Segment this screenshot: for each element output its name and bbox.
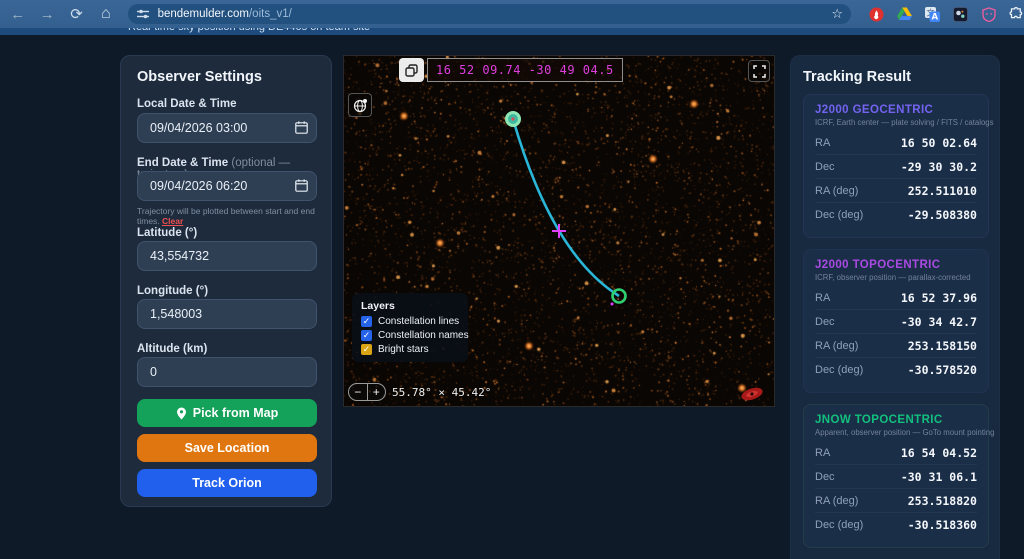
home-icon[interactable]: ⌂ bbox=[94, 3, 117, 25]
altitude-input[interactable] bbox=[137, 357, 317, 387]
back-icon[interactable]: ← bbox=[6, 3, 29, 25]
table-row: RA16 52 37.96 bbox=[815, 286, 977, 310]
latitude-label: Latitude (°) bbox=[137, 227, 197, 239]
browser-toolbar: ← → ⟳ ⌂ bendemulder.com/oits_v1/ ☆ 文A bbox=[0, 0, 1024, 28]
copy-coordinates-button[interactable] bbox=[399, 58, 424, 82]
extensions-puzzle-icon[interactable] bbox=[1009, 7, 1024, 22]
layer-constellation-names[interactable]: ✓ Constellation names bbox=[361, 330, 459, 341]
app-window: ← → ⟳ ⌂ bendemulder.com/oits_v1/ ☆ 文A bbox=[0, 0, 1024, 559]
page-content: Real-time sky position using DE440s on t… bbox=[0, 28, 1024, 559]
fullscreen-button[interactable] bbox=[748, 60, 770, 82]
table-row: RA16 54 04.52 bbox=[815, 441, 977, 465]
card-heading: J2000 GEOCENTRIC bbox=[815, 104, 977, 116]
google-translate-icon[interactable]: 文A bbox=[925, 7, 940, 22]
local-datetime-label: Local Date & Time bbox=[137, 98, 237, 110]
svg-text:A: A bbox=[932, 12, 939, 21]
table-row: Dec (deg)-30.518360 bbox=[815, 513, 977, 537]
table-row: RA (deg)253.518820 bbox=[815, 489, 977, 513]
card-jnow-topocentric: JNOW TOPOCENTRIC Apparent, observer posi… bbox=[803, 404, 989, 548]
page-subtitle: Real-time sky position using DE440s on t… bbox=[128, 28, 370, 33]
card-subtitle: ICRF, Earth center — plate solving / FIT… bbox=[815, 118, 977, 127]
target-cross-marker bbox=[552, 224, 566, 238]
field-of-view-readout: 55.78° × 45.42° bbox=[392, 386, 491, 399]
trajectory-helper-text: Trajectory will be plotted between start… bbox=[137, 206, 321, 226]
layer-bright-stars[interactable]: ✓ Bright stars bbox=[361, 344, 459, 355]
bookmark-star-icon[interactable]: ☆ bbox=[831, 6, 843, 22]
layers-title: Layers bbox=[361, 300, 459, 312]
end-datetime-input[interactable] bbox=[137, 171, 317, 201]
layer-constellation-lines[interactable]: ✓ Constellation lines bbox=[361, 316, 459, 327]
coordinates-readout: 16 52 09.74 -30 49 04.5 bbox=[436, 63, 614, 77]
tracking-result-panel: Tracking Result J2000 GEOCENTRIC ICRF, E… bbox=[790, 55, 1000, 559]
altitude-label: Altitude (km) bbox=[137, 343, 207, 355]
table-row: Dec-29 30 30.2 bbox=[815, 155, 977, 179]
card-heading: JNOW TOPOCENTRIC bbox=[815, 414, 977, 426]
coordinates-readout-box: 16 52 09.74 -30 49 04.5 bbox=[427, 58, 623, 82]
save-location-button[interactable]: Save Location bbox=[137, 434, 317, 462]
reload-icon[interactable]: ⟳ bbox=[65, 3, 88, 25]
globe-icon bbox=[353, 98, 368, 113]
google-drive-icon[interactable] bbox=[897, 7, 912, 22]
trajectory-path bbox=[513, 119, 619, 296]
card-subtitle: ICRF, observer position — parallax-corre… bbox=[815, 273, 977, 282]
table-row: RA16 50 02.64 bbox=[815, 131, 977, 155]
local-datetime-input[interactable] bbox=[137, 113, 317, 143]
tracking-result-title: Tracking Result bbox=[803, 69, 911, 85]
longitude-input[interactable] bbox=[137, 299, 317, 329]
zoom-out-button[interactable]: − bbox=[349, 384, 368, 400]
extensions-row: 文A bbox=[869, 7, 1024, 22]
trajectory-start-dot bbox=[511, 117, 514, 120]
latitude-input[interactable] bbox=[137, 241, 317, 271]
layers-panel: Layers ✓ Constellation lines ✓ Constella… bbox=[352, 293, 468, 362]
table-row: Dec-30 31 06.1 bbox=[815, 465, 977, 489]
table-row: Dec (deg)-30.578520 bbox=[815, 358, 977, 382]
site-settings-icon[interactable] bbox=[136, 7, 150, 21]
zoom-in-button[interactable]: + bbox=[368, 384, 386, 400]
observer-settings-panel: Observer Settings Local Date & Time End … bbox=[120, 55, 332, 507]
table-row: Dec (deg)-29.508380 bbox=[815, 203, 977, 227]
table-row: RA (deg)252.511010 bbox=[815, 179, 977, 203]
extension-dark-icon[interactable] bbox=[953, 7, 968, 22]
sky-map[interactable]: 16 52 09.74 -30 49 04.5 Layers ✓ Constel… bbox=[343, 55, 775, 407]
track-orion-button[interactable]: Track Orion bbox=[137, 469, 317, 497]
checkbox-checked-icon[interactable]: ✓ bbox=[361, 316, 372, 327]
copy-icon bbox=[405, 64, 418, 77]
url-host: bendemulder.com bbox=[158, 8, 249, 20]
card-subtitle: Apparent, observer position — GoTo mount… bbox=[815, 428, 977, 437]
pick-from-map-button[interactable]: Pick from Map bbox=[137, 399, 317, 427]
page-header-clipped: Real-time sky position using DE440s on t… bbox=[0, 28, 1024, 35]
address-bar[interactable]: bendemulder.com/oits_v1/ ☆ bbox=[128, 4, 851, 24]
shield-icon[interactable] bbox=[981, 7, 996, 22]
longitude-label: Longitude (°) bbox=[137, 285, 208, 297]
aladin-logo-icon bbox=[738, 386, 766, 402]
projection-button[interactable] bbox=[348, 93, 372, 117]
forward-icon[interactable]: → bbox=[35, 3, 58, 25]
map-pin-icon bbox=[176, 407, 187, 420]
observer-settings-title: Observer Settings bbox=[137, 69, 262, 85]
map-zoom-controls: − + bbox=[348, 383, 386, 401]
checkbox-checked-icon[interactable]: ✓ bbox=[361, 330, 372, 341]
extension-red-icon[interactable] bbox=[869, 7, 884, 22]
object-dot bbox=[611, 303, 614, 306]
card-heading: J2000 TOPOCENTRIC bbox=[815, 259, 977, 271]
fullscreen-icon bbox=[753, 65, 766, 78]
checkbox-checked-icon[interactable]: ✓ bbox=[361, 344, 372, 355]
url-path: /oits_v1/ bbox=[249, 8, 292, 20]
clear-link[interactable]: Clear bbox=[162, 216, 183, 226]
table-row: Dec-30 34 42.7 bbox=[815, 310, 977, 334]
card-j2000-geocentric: J2000 GEOCENTRIC ICRF, Earth center — pl… bbox=[803, 94, 989, 238]
table-row: RA (deg)253.158150 bbox=[815, 334, 977, 358]
card-j2000-topocentric: J2000 TOPOCENTRIC ICRF, observer positio… bbox=[803, 249, 989, 393]
